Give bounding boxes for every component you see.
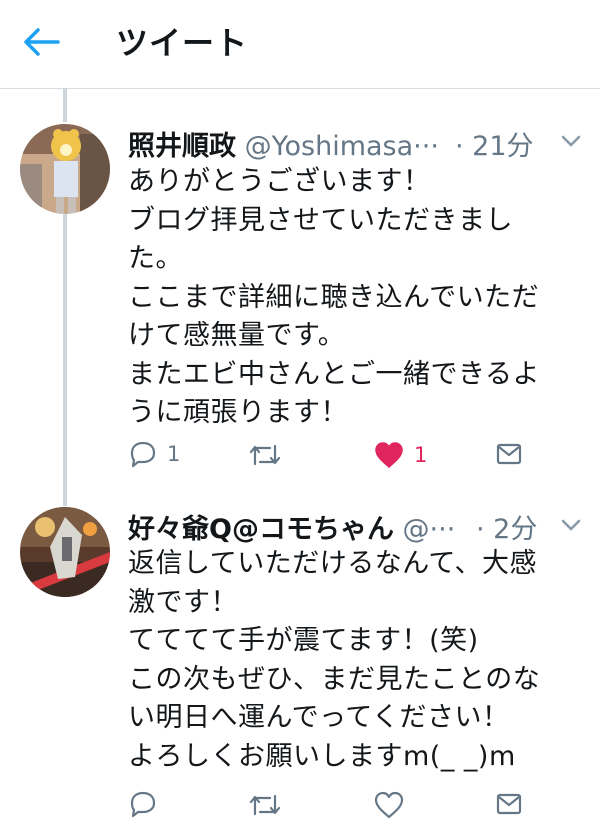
reply-icon bbox=[130, 791, 156, 818]
chevron-down-icon[interactable] bbox=[560, 134, 582, 148]
avatar[interactable] bbox=[20, 124, 110, 214]
reply-button[interactable]: 1 bbox=[129, 440, 180, 468]
thread-line bbox=[63, 88, 67, 122]
thread-line bbox=[63, 214, 67, 506]
like-button[interactable]: 1 bbox=[374, 441, 427, 469]
reply-button[interactable] bbox=[129, 790, 167, 818]
arrow-left-icon[interactable] bbox=[22, 24, 62, 60]
retweet-button[interactable] bbox=[248, 792, 282, 818]
reply-count: 1 bbox=[167, 442, 181, 466]
direct-message-button[interactable] bbox=[496, 442, 522, 466]
timestamp[interactable]: · 21分 bbox=[455, 124, 534, 163]
retweet-button[interactable] bbox=[248, 442, 282, 468]
like-icon bbox=[375, 442, 403, 468]
timestamp[interactable]: · 2分 bbox=[476, 507, 537, 546]
like-count: 1 bbox=[414, 443, 428, 467]
dm-icon bbox=[496, 793, 522, 815]
user-handle[interactable]: @··· bbox=[403, 514, 456, 545]
reply-icon bbox=[130, 441, 156, 468]
page-title: ツイート bbox=[116, 24, 249, 62]
display-name[interactable]: 好々爺Q@コモちゃん bbox=[128, 514, 394, 545]
avatar-image bbox=[20, 507, 110, 597]
display-name[interactable]: 照井順政 bbox=[128, 131, 236, 162]
top-bar: ツイート bbox=[0, 0, 600, 89]
chevron-down-icon[interactable] bbox=[560, 518, 582, 532]
retweet-icon bbox=[249, 794, 281, 816]
like-icon bbox=[374, 791, 404, 819]
tweet-header: 好々爺Q@コモちゃん @··· bbox=[128, 507, 455, 547]
dm-icon bbox=[496, 443, 522, 465]
user-handle[interactable]: @Yoshimasa··· bbox=[245, 131, 439, 162]
like-button[interactable] bbox=[374, 791, 404, 819]
tweet-header: 照井順政 @Yoshimasa··· bbox=[128, 124, 439, 164]
tweet-text: ありがとうございます！ ブログ拝見させていただきまし た。 ここまで詳細に聴き込… bbox=[128, 166, 540, 428]
avatar-image bbox=[20, 124, 110, 214]
tweet-text: 返信していただけるなんて、大感 激です！ てててて手が震てます！(笑) この次も… bbox=[128, 548, 541, 772]
avatar[interactable] bbox=[20, 507, 110, 597]
direct-message-button[interactable] bbox=[496, 792, 522, 816]
retweet-icon bbox=[249, 444, 281, 466]
